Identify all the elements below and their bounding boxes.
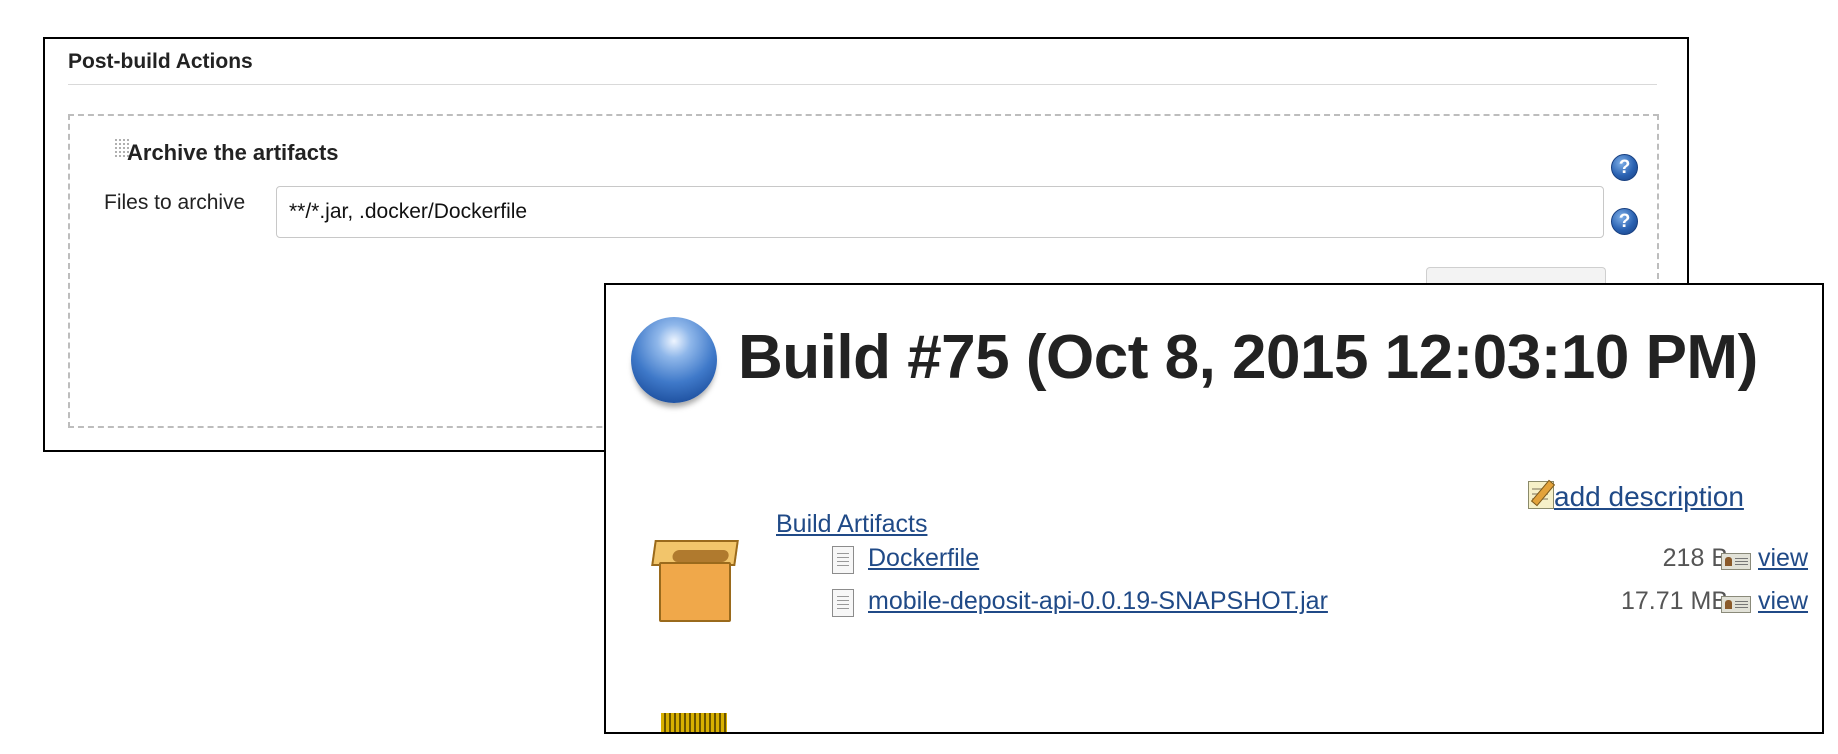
help-icon[interactable]: ?	[1611, 208, 1638, 235]
file-icon	[832, 546, 854, 574]
file-icon	[832, 589, 854, 617]
fingerprint-icon[interactable]	[1721, 553, 1751, 570]
view-link[interactable]: view	[1758, 587, 1808, 616]
section-divider	[68, 84, 1657, 85]
files-to-archive-input[interactable]	[276, 186, 1604, 238]
notepad-icon[interactable]	[1528, 481, 1554, 509]
artifact-name-link[interactable]: Dockerfile	[868, 544, 979, 573]
add-description-link[interactable]: add description	[1554, 481, 1744, 513]
archive-artifacts-title: Archive the artifacts	[127, 140, 339, 165]
artifact-row: mobile-deposit-api-0.0.19-SNAPSHOT.jar 1…	[606, 587, 1822, 627]
artifact-size: 218 B	[1662, 544, 1728, 572]
build-artifacts-link[interactable]: Build Artifacts	[776, 510, 927, 539]
blue-ball-icon	[631, 317, 717, 403]
fingerprint-icon[interactable]	[1721, 596, 1751, 613]
artifact-row: Dockerfile 218 B view	[606, 544, 1822, 584]
build-title: Build #75 (Oct 8, 2015 12:03:10 PM)	[738, 323, 1758, 392]
build-page-panel: Build #75 (Oct 8, 2015 12:03:10 PM) add …	[604, 283, 1824, 734]
post-build-actions-title: Post-build Actions	[68, 50, 253, 73]
files-to-archive-label: Files to archive	[104, 191, 246, 214]
artifact-name-link[interactable]: mobile-deposit-api-0.0.19-SNAPSHOT.jar	[868, 587, 1328, 616]
view-link[interactable]: view	[1758, 544, 1808, 573]
artifact-size: 17.71 MB	[1620, 587, 1728, 615]
changes-icon	[661, 713, 727, 732]
help-icon[interactable]: ?	[1611, 154, 1638, 181]
